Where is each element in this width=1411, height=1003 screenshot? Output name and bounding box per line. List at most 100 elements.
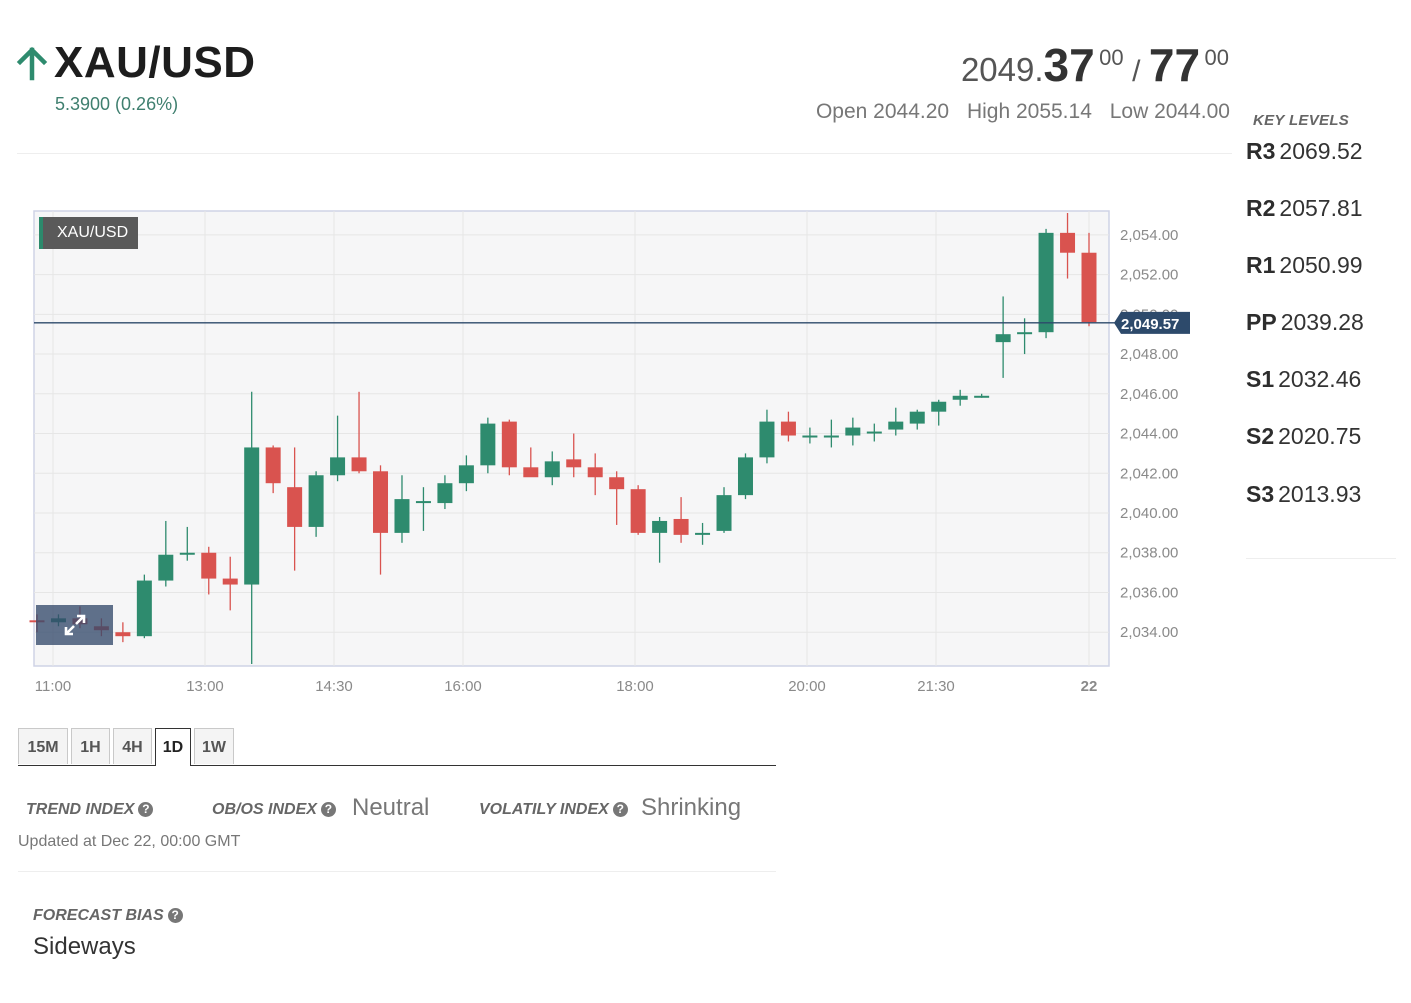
candle-up bbox=[931, 401, 947, 412]
tab-15m[interactable]: 15M bbox=[18, 728, 68, 764]
tab-4h[interactable]: 4H bbox=[113, 728, 152, 764]
timeframe-tabs: 15M 1H 4H 1D 1W bbox=[18, 728, 776, 766]
candle-up bbox=[308, 475, 324, 527]
x-tick-label: 18:00 bbox=[616, 678, 654, 695]
candle-up bbox=[179, 552, 195, 555]
ask-pips: 77 bbox=[1148, 39, 1201, 91]
candle-down bbox=[587, 467, 603, 478]
y-tick-label: 2,038.00 bbox=[1120, 545, 1178, 562]
candle-up bbox=[952, 395, 968, 400]
plot-area bbox=[33, 210, 1110, 667]
bid-fraction: 00 bbox=[1099, 45, 1124, 70]
tab-1d[interactable]: 1D bbox=[155, 728, 191, 766]
key-level-value: 2057.81 bbox=[1279, 195, 1363, 221]
x-tick-label: 14:30 bbox=[315, 678, 353, 695]
key-level-label: R2 bbox=[1246, 195, 1276, 221]
trend-index-text: TREND INDEX bbox=[26, 801, 135, 818]
ohl-summary: Open 2044.20 High 2055.14 Low 2044.00 bbox=[804, 100, 1230, 124]
obos-index-text: OB/OS INDEX bbox=[212, 801, 317, 818]
open-value: Open 2044.20 bbox=[815, 100, 950, 123]
x-tick-label: 21:30 bbox=[917, 678, 955, 695]
y-tick-label: 2,034.00 bbox=[1120, 624, 1178, 641]
bid-integer: 2049. bbox=[960, 51, 1044, 88]
tab-1w[interactable]: 1W bbox=[194, 728, 234, 764]
candle-up bbox=[759, 421, 775, 458]
candle-down bbox=[287, 487, 303, 527]
question-circle-icon[interactable]: ? bbox=[612, 802, 628, 817]
candle-down bbox=[501, 421, 517, 468]
candle-down bbox=[1060, 232, 1076, 253]
forecast-bias-text: FORECAST BIAS bbox=[33, 907, 164, 924]
key-level-s3: S3 2013.93 bbox=[1246, 481, 1361, 508]
ask-fraction: 00 bbox=[1204, 45, 1229, 70]
x-tick-label: 20:00 bbox=[788, 678, 826, 695]
low-value: Low 2044.00 bbox=[1109, 100, 1230, 123]
candle-up bbox=[695, 532, 711, 535]
candle-up bbox=[737, 457, 753, 496]
x-tick-label: 16:00 bbox=[444, 678, 482, 695]
key-level-s1: S1 2032.46 bbox=[1246, 366, 1361, 393]
y-tick-label: 2,046.00 bbox=[1120, 386, 1178, 403]
price-chart[interactable]: 2,034.00 2,036.00 2,038.00 2,040.00 2,042.00… bbox=[0, 190, 1240, 710]
candle-up bbox=[136, 580, 152, 637]
key-level-value: 2013.93 bbox=[1278, 481, 1362, 507]
key-level-value: 2069.52 bbox=[1279, 138, 1363, 164]
candle-up bbox=[544, 461, 560, 478]
key-level-r1: R1 2050.99 bbox=[1246, 252, 1363, 279]
candle-up bbox=[866, 431, 882, 434]
price-change: 5.3900 (0.26%) bbox=[55, 94, 179, 114]
candle-up bbox=[158, 554, 174, 581]
key-level-s2: S2 2020.75 bbox=[1246, 423, 1361, 450]
current-price-label: 2,049.57 bbox=[1121, 316, 1179, 333]
candle-up bbox=[802, 435, 818, 438]
key-level-value: 2050.99 bbox=[1279, 252, 1363, 278]
question-circle-icon[interactable]: ? bbox=[320, 802, 336, 817]
forecast-bias-label: FORECAST BIAS? bbox=[33, 907, 183, 925]
candle-down bbox=[566, 459, 582, 468]
candle-down bbox=[265, 447, 281, 484]
high-value: High 2055.14 bbox=[966, 100, 1092, 123]
bid-pips: 37 bbox=[1043, 39, 1095, 91]
tab-1h[interactable]: 1H bbox=[71, 728, 110, 764]
arrow-up-icon bbox=[16, 46, 48, 81]
candle-up bbox=[716, 495, 732, 531]
candle-up bbox=[394, 499, 410, 533]
candle-up bbox=[244, 447, 260, 585]
key-level-r2: R2 2057.81 bbox=[1246, 195, 1363, 222]
candle-down bbox=[523, 467, 539, 478]
candle-down bbox=[780, 421, 796, 436]
y-tick-label: 2,036.00 bbox=[1120, 584, 1178, 601]
key-level-pp: PP 2039.28 bbox=[1246, 309, 1364, 336]
candle-up bbox=[458, 465, 474, 484]
candle-up bbox=[330, 457, 346, 476]
chart-legend: XAU/USD bbox=[39, 217, 139, 249]
key-level-label: PP bbox=[1246, 309, 1277, 335]
key-level-label: R1 bbox=[1246, 252, 1276, 278]
key-level-label: R3 bbox=[1246, 138, 1276, 164]
expand-chart-button[interactable] bbox=[36, 605, 113, 645]
indices-divider bbox=[18, 871, 776, 872]
y-tick-label: 2,040.00 bbox=[1120, 505, 1178, 522]
candle-down bbox=[673, 518, 689, 535]
question-circle-icon[interactable]: ? bbox=[138, 802, 154, 817]
candle-down bbox=[351, 457, 367, 472]
candle-down bbox=[222, 578, 238, 585]
candle-up bbox=[845, 427, 861, 436]
candle-up bbox=[823, 435, 839, 438]
key-level-value: 2020.75 bbox=[1278, 423, 1362, 449]
obos-index-value: Neutral bbox=[352, 794, 430, 821]
question-circle-icon[interactable]: ? bbox=[167, 908, 183, 923]
candle-up bbox=[652, 520, 668, 533]
candle-up bbox=[974, 395, 990, 398]
y-tick-label: 2,052.00 bbox=[1120, 267, 1178, 284]
candle-up bbox=[415, 501, 431, 504]
candle-up bbox=[1038, 232, 1054, 333]
instrument-title: XAU/USD bbox=[54, 38, 256, 87]
candle-down bbox=[115, 632, 131, 637]
header-divider bbox=[17, 153, 1232, 154]
candle-up bbox=[888, 421, 904, 430]
candle-up bbox=[1017, 332, 1033, 335]
key-levels-title: KEY LEVELS bbox=[1253, 112, 1350, 129]
key-level-value: 2032.46 bbox=[1278, 366, 1362, 392]
candle-up bbox=[909, 411, 925, 424]
